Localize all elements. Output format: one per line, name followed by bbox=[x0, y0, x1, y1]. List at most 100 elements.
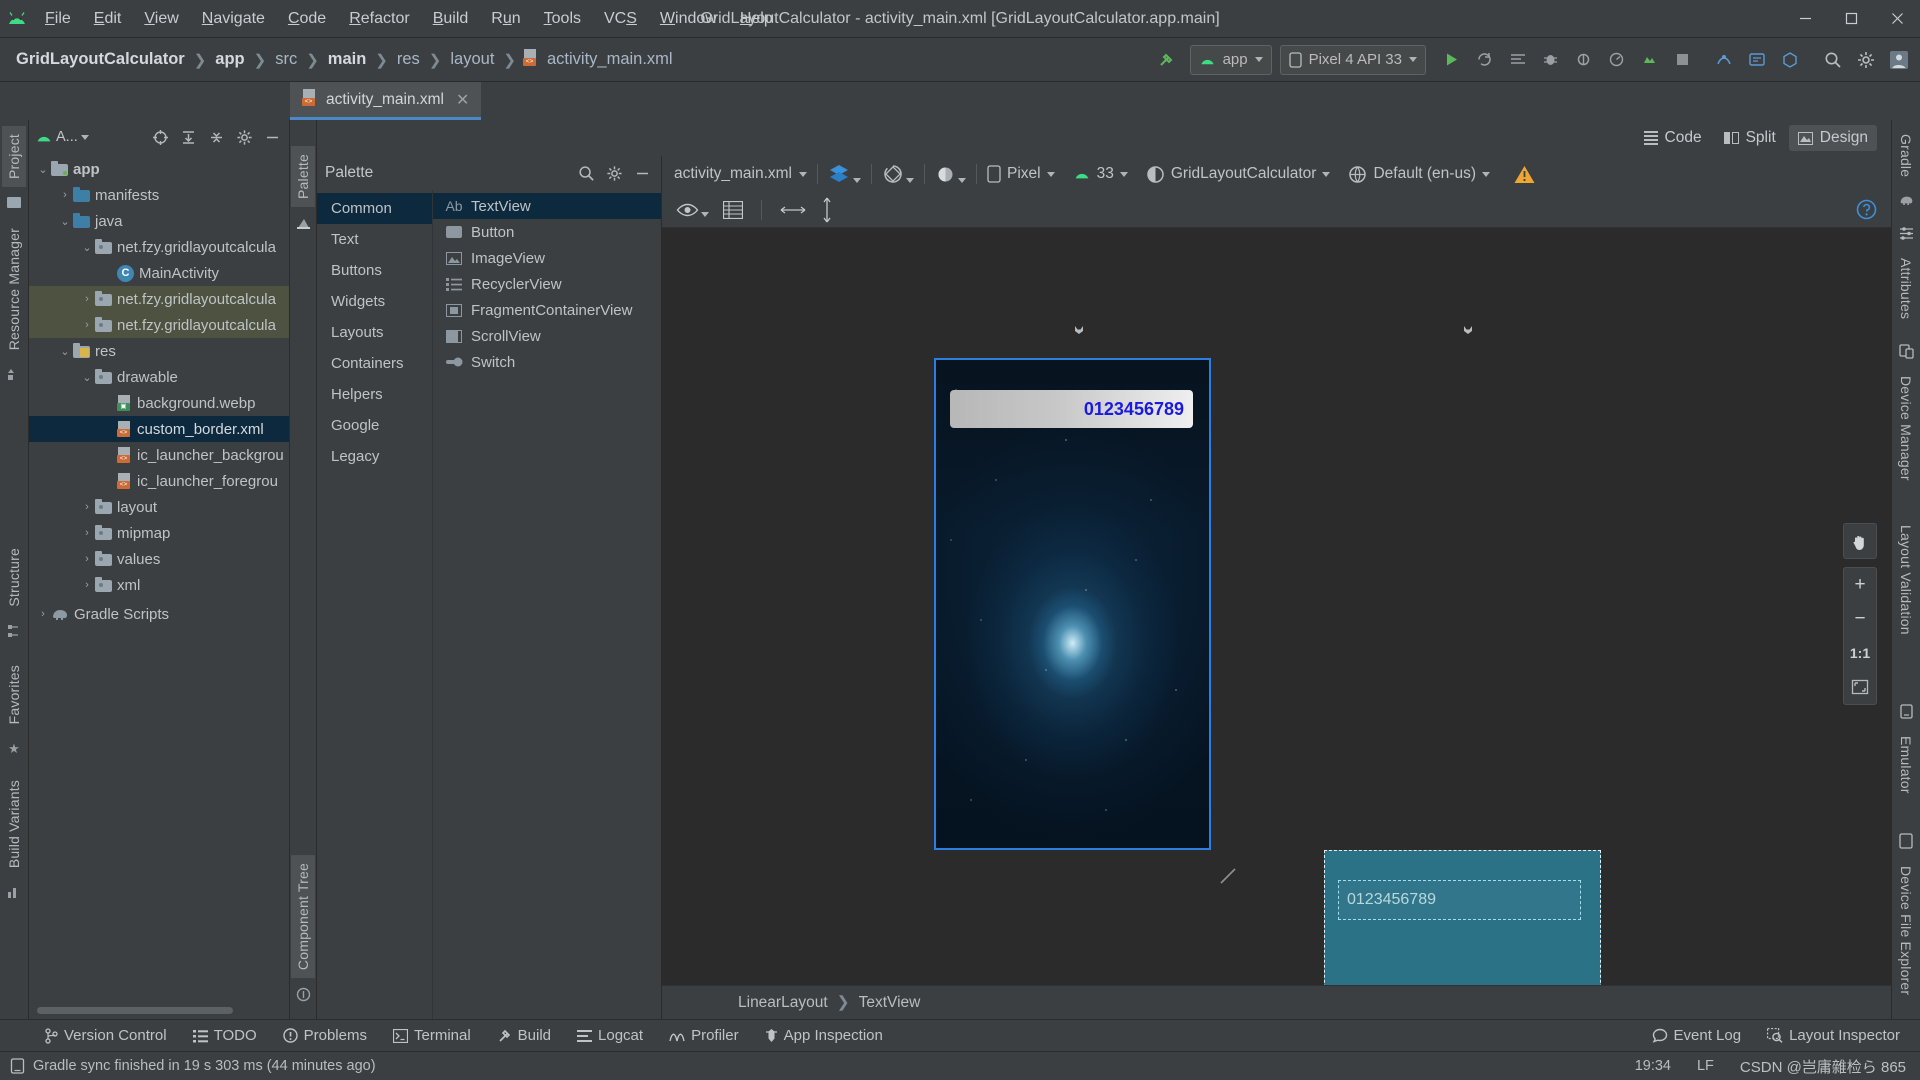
chevron-down-icon[interactable]: ⌄ bbox=[57, 345, 73, 358]
chevron-down-icon[interactable]: ⌄ bbox=[79, 371, 95, 384]
tree-row-package-test[interactable]: › net.fzy.gridlayoutcalcula bbox=[29, 286, 289, 312]
chevron-right-icon[interactable]: › bbox=[57, 189, 73, 201]
chevron-right-icon[interactable]: › bbox=[79, 319, 95, 331]
bottom-item-problems[interactable]: Problems bbox=[270, 1027, 380, 1044]
attach-debugger-icon[interactable] bbox=[1568, 44, 1599, 75]
match-width-icon[interactable] bbox=[780, 203, 806, 217]
status-line-separator[interactable]: LF bbox=[1697, 1058, 1714, 1074]
mode-code-button[interactable]: Code bbox=[1635, 125, 1711, 151]
tree-row-java[interactable]: ⌄ java bbox=[29, 208, 289, 234]
mode-design-button[interactable]: Design bbox=[1788, 125, 1877, 151]
palette-category-helpers[interactable]: Helpers bbox=[317, 379, 432, 410]
wrench-icon[interactable] bbox=[1070, 325, 1088, 347]
chevron-right-icon[interactable]: › bbox=[79, 553, 95, 565]
bottom-item-layout-inspector[interactable]: Layout Inspector bbox=[1754, 1027, 1920, 1044]
project-tree[interactable]: ⌄ app › manifests ⌄ java ⌄ net.fzy.gridl… bbox=[29, 154, 289, 1005]
breadcrumb-src[interactable]: src bbox=[273, 50, 299, 69]
palette-category-google[interactable]: Google bbox=[317, 410, 432, 441]
wrench-icon[interactable] bbox=[1459, 325, 1477, 347]
menu-view[interactable]: View bbox=[133, 7, 189, 31]
palette-vertical-tab[interactable]: Palette bbox=[291, 146, 315, 207]
hide-panel-icon[interactable] bbox=[261, 126, 283, 148]
search-icon[interactable] bbox=[575, 162, 597, 184]
sidebar-tab-attributes[interactable]: Attributes bbox=[1894, 250, 1918, 327]
resize-handle[interactable] bbox=[1218, 866, 1238, 886]
component-breadcrumb-linearlayout[interactable]: LinearLayout bbox=[738, 994, 828, 1012]
breadcrumb-app[interactable]: app bbox=[213, 50, 246, 69]
device-preview-selector[interactable]: Pixel bbox=[987, 165, 1055, 183]
close-icon[interactable]: ✕ bbox=[456, 90, 469, 110]
palette-item-imageview[interactable]: ImageView bbox=[433, 245, 661, 271]
menu-window[interactable]: Window bbox=[649, 7, 728, 31]
tree-row-app[interactable]: ⌄ app bbox=[29, 156, 289, 182]
sidebar-tab-favorites[interactable]: Favorites bbox=[2, 657, 26, 732]
chevron-down-icon[interactable]: ⌄ bbox=[79, 241, 95, 254]
tree-row-gradle-scripts[interactable]: › Gradle Scripts bbox=[29, 601, 289, 627]
bottom-item-build[interactable]: Build bbox=[484, 1027, 564, 1044]
design-canvas[interactable]: 0123456789 0123456789 + − 1:1 bbox=[662, 228, 1891, 985]
maximize-button[interactable] bbox=[1828, 0, 1874, 38]
breadcrumb-layout[interactable]: layout bbox=[448, 50, 496, 69]
palette-item-recyclerview[interactable]: RecyclerView bbox=[433, 271, 661, 297]
breadcrumb-file[interactable]: activity_main.xml bbox=[545, 50, 675, 69]
menu-file[interactable]: File bbox=[34, 7, 82, 31]
avd-manager-icon[interactable] bbox=[1774, 44, 1805, 75]
tree-row-main-activity[interactable]: C MainActivity bbox=[29, 260, 289, 286]
debug-icon[interactable] bbox=[1535, 44, 1566, 75]
menu-refactor[interactable]: Refactor bbox=[338, 7, 420, 31]
bottom-item-terminal[interactable]: Terminal bbox=[380, 1027, 484, 1044]
sidebar-tab-emulator[interactable]: Emulator bbox=[1894, 728, 1918, 802]
hide-palette-icon[interactable] bbox=[631, 162, 653, 184]
palette-item-button[interactable]: Button bbox=[433, 219, 661, 245]
settings-gear-icon[interactable] bbox=[1850, 44, 1881, 75]
bottom-item-logcat[interactable]: Logcat bbox=[564, 1027, 656, 1044]
tree-row-package-main[interactable]: ⌄ net.fzy.gridlayoutcalcula bbox=[29, 234, 289, 260]
minimize-button[interactable] bbox=[1782, 0, 1828, 38]
help-icon[interactable] bbox=[1856, 199, 1877, 220]
tree-row-custom-border-xml[interactable]: <> custom_border.xml bbox=[29, 416, 289, 442]
tree-row-values[interactable]: › values bbox=[29, 546, 289, 572]
device-manager-icon[interactable] bbox=[1634, 44, 1665, 75]
sidebar-tab-device-manager[interactable]: Device Manager bbox=[1894, 368, 1918, 489]
select-opened-file-icon[interactable] bbox=[149, 126, 171, 148]
component-tree-vertical-tab[interactable]: Component Tree bbox=[291, 854, 315, 978]
palette-category-legacy[interactable]: Legacy bbox=[317, 441, 432, 472]
locale-selector[interactable]: Default (en-us) bbox=[1348, 165, 1490, 184]
chevron-right-icon[interactable]: › bbox=[79, 527, 95, 539]
tree-row-drawable[interactable]: ⌄ drawable bbox=[29, 364, 289, 390]
menu-tools[interactable]: Tools bbox=[533, 7, 592, 31]
collapse-all-icon[interactable] bbox=[205, 126, 227, 148]
theme-button[interactable] bbox=[935, 164, 966, 185]
chevron-down-icon[interactable]: ⌄ bbox=[35, 163, 51, 176]
chevron-right-icon[interactable]: › bbox=[79, 501, 95, 513]
menu-code[interactable]: Code bbox=[277, 7, 337, 31]
sidebar-tab-project[interactable]: Project bbox=[2, 126, 26, 187]
tree-row-ic-launcher-foreground[interactable]: <> ic_launcher_foregrou bbox=[29, 468, 289, 494]
apply-code-changes-icon[interactable] bbox=[1502, 44, 1533, 75]
zoom-in-button[interactable]: + bbox=[1844, 568, 1876, 602]
palette-category-layouts[interactable]: Layouts bbox=[317, 317, 432, 348]
menu-help[interactable]: Help bbox=[729, 7, 784, 31]
fit-to-screen-button[interactable] bbox=[1844, 670, 1876, 704]
chevron-down-icon[interactable]: ⌄ bbox=[57, 215, 73, 228]
tree-row-res[interactable]: ⌄ res bbox=[29, 338, 289, 364]
actual-size-button[interactable]: 1:1 bbox=[1844, 636, 1876, 670]
menu-build[interactable]: Build bbox=[422, 7, 480, 31]
breadcrumb-main[interactable]: main bbox=[326, 50, 369, 69]
component-breadcrumb-textview[interactable]: TextView bbox=[859, 994, 921, 1012]
tree-row-background-webp[interactable]: ▣ background.webp bbox=[29, 390, 289, 416]
api-level-selector[interactable]: 33 bbox=[1073, 165, 1128, 183]
palette-category-widgets[interactable]: Widgets bbox=[317, 286, 432, 317]
chevron-right-icon[interactable]: › bbox=[79, 579, 95, 591]
palette-item-switch[interactable]: Switch bbox=[433, 349, 661, 375]
project-tree-scrollbar[interactable] bbox=[37, 1005, 281, 1015]
tree-row-package-androidtest[interactable]: › net.fzy.gridlayoutcalcula bbox=[29, 312, 289, 338]
design-preview-surface[interactable]: 0123456789 bbox=[934, 358, 1211, 850]
bottom-item-version-control[interactable]: Version Control bbox=[0, 1027, 180, 1044]
theme-selector[interactable]: GridLayoutCalculator bbox=[1146, 165, 1331, 184]
constraints-icon[interactable] bbox=[723, 200, 743, 219]
blueprint-preview-surface[interactable]: 0123456789 bbox=[1324, 850, 1601, 985]
editor-tab-activity-main[interactable]: <> activity_main.xml ✕ bbox=[290, 82, 482, 120]
profiler-icon[interactable] bbox=[1601, 44, 1632, 75]
match-height-icon[interactable] bbox=[820, 197, 834, 223]
